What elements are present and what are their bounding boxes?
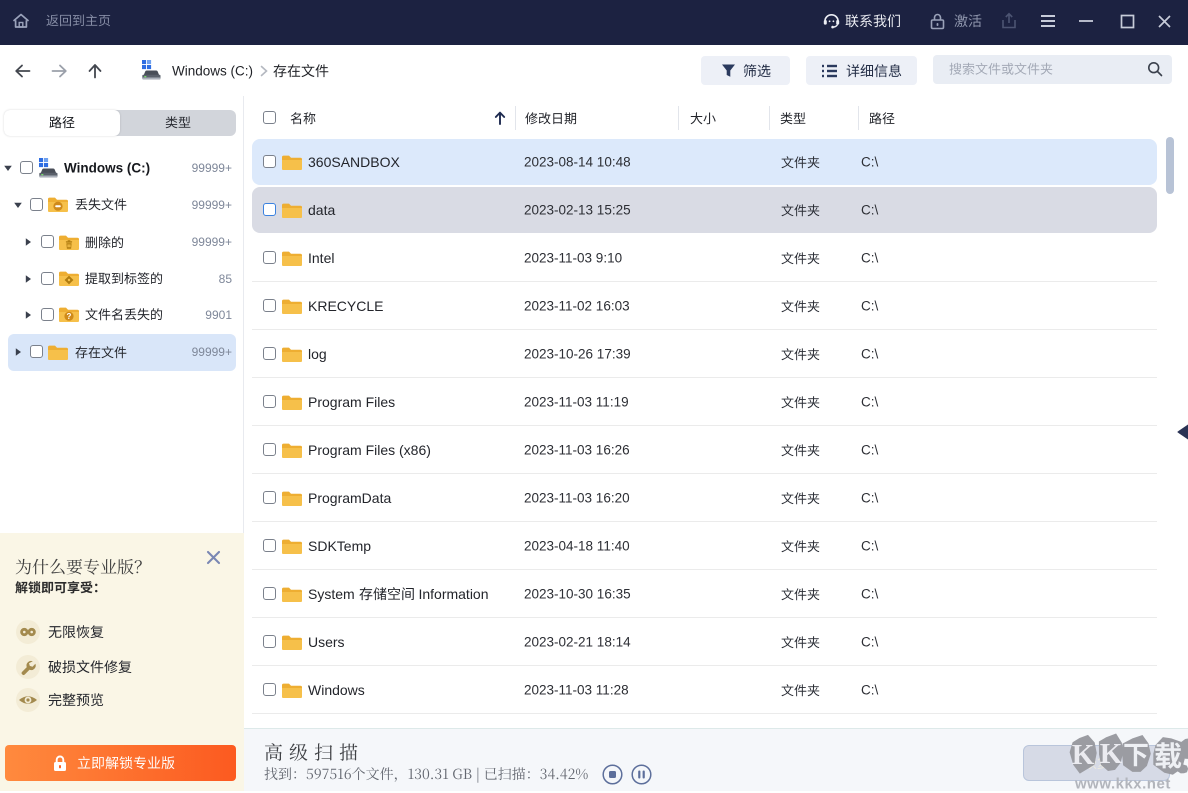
svg-text:?: ? xyxy=(67,312,72,321)
svg-text:K: K xyxy=(1100,738,1123,770)
svg-text:K: K xyxy=(1072,739,1095,771)
